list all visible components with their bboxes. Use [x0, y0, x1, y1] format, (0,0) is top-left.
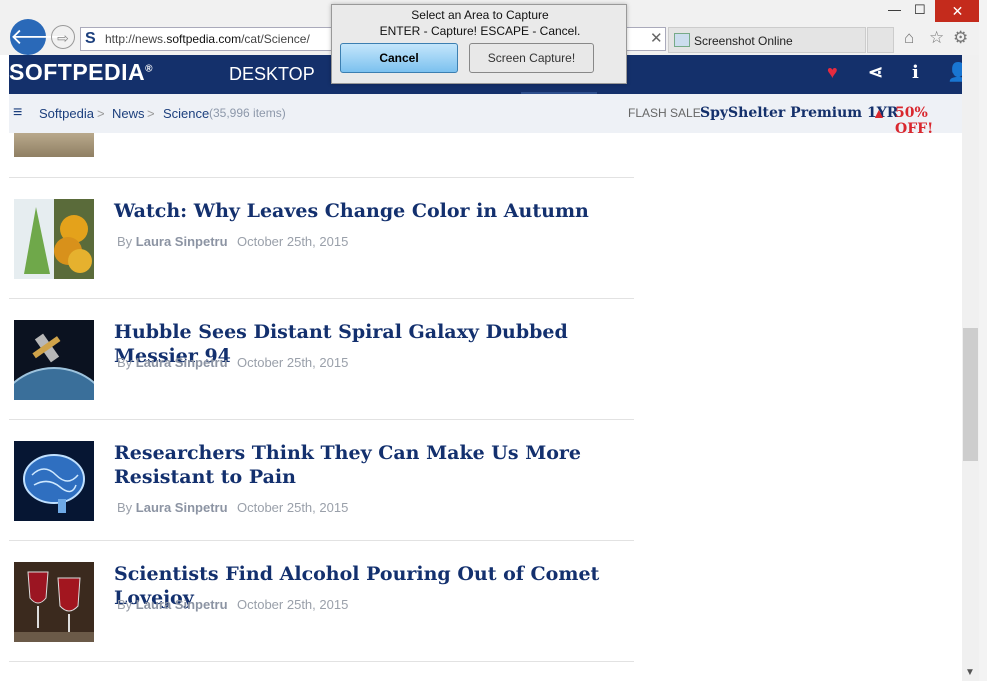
- divider: [9, 419, 634, 420]
- article-date: October 25th, 2015: [237, 500, 349, 515]
- article-meta: By Laura Sinpetru October 25th, 2015: [117, 234, 349, 249]
- author-link[interactable]: Laura Sinpetru: [136, 500, 228, 515]
- back-button[interactable]: 🡐: [10, 19, 69, 55]
- cancel-button[interactable]: Cancel: [340, 43, 458, 73]
- article-thumbnail[interactable]: [14, 199, 94, 279]
- article-thumbnail[interactable]: [14, 562, 94, 642]
- close-window-button[interactable]: ✕: [935, 0, 980, 22]
- breadcrumb-bar: ≡ Softpedia > News > Science (35,996 ite…: [9, 94, 962, 137]
- info-icon[interactable]: i: [912, 62, 919, 83]
- breadcrumb-softpedia[interactable]: Softpedia: [39, 106, 94, 121]
- breadcrumb-science[interactable]: Science: [163, 106, 209, 121]
- flash-sale-label: FLASH SALE:: [628, 106, 705, 120]
- screen-capture-button[interactable]: Screen Capture!: [469, 43, 594, 73]
- article-thumbnail[interactable]: [14, 320, 94, 400]
- favorites-star-icon[interactable]: ☆: [929, 28, 944, 48]
- breadcrumb-separator: >: [97, 106, 105, 121]
- author-link[interactable]: Laura Sinpetru: [136, 355, 228, 370]
- page-favicon-icon: [674, 33, 690, 47]
- article-date: October 25th, 2015: [237, 597, 349, 612]
- author-link[interactable]: Laura Sinpetru: [136, 597, 228, 612]
- divider: [9, 298, 634, 299]
- article-thumbnail[interactable]: [14, 133, 94, 157]
- breadcrumb-separator: >: [147, 106, 155, 121]
- close-icon: ✕: [951, 3, 964, 19]
- article-title-link[interactable]: Researchers Think They Can Make Us More …: [114, 441, 629, 489]
- vertical-scrollbar[interactable]: ▼: [962, 55, 979, 681]
- dialog-instruction: Select an Area to Capture: [411, 8, 549, 22]
- screen-capture-dialog: Select an Area to Capture ENTER - Captur…: [331, 4, 627, 84]
- article-meta: By Laura Sinpetru October 25th, 2015: [117, 500, 349, 515]
- warning-icon: ▲: [872, 105, 886, 121]
- forward-arrow-icon: ⇨: [57, 30, 69, 46]
- article-meta: By Laura Sinpetru October 25th, 2015: [117, 355, 349, 370]
- minimize-button[interactable]: —: [888, 2, 901, 17]
- tab-close-icon[interactable]: ✕: [650, 29, 663, 47]
- maximize-button[interactable]: ☐: [914, 2, 926, 18]
- article-thumbnail[interactable]: [14, 441, 94, 521]
- softpedia-logo[interactable]: SOFTPEDIA®: [9, 59, 153, 86]
- article-list: Watch: Why Leaves Change Color in Autumn…: [0, 133, 962, 681]
- divider: [9, 661, 634, 662]
- settings-gear-icon[interactable]: ⚙: [953, 28, 968, 48]
- article-meta: By Laura Sinpetru October 25th, 2015: [117, 597, 349, 612]
- home-icon[interactable]: ⌂: [904, 28, 914, 48]
- section-desktop-link[interactable]: DESKTOP: [229, 64, 315, 85]
- author-link[interactable]: Laura Sinpetru: [136, 234, 228, 249]
- article-title-link[interactable]: Watch: Why Leaves Change Color in Autumn: [114, 199, 629, 223]
- breadcrumb-news[interactable]: News: [112, 106, 145, 121]
- flash-sale-product-link[interactable]: SpyShelter Premium 1YR: [700, 105, 898, 121]
- tab-screenshot-online[interactable]: Screenshot Online: [668, 27, 866, 53]
- scrollbar-thumb[interactable]: [963, 328, 978, 461]
- window-edge: [979, 0, 987, 681]
- divider: [9, 177, 634, 178]
- dialog-hint: ENTER - Capture! ESCAPE - Cancel.: [379, 24, 581, 38]
- article-date: October 25th, 2015: [237, 234, 349, 249]
- heart-icon[interactable]: ♥: [827, 62, 838, 83]
- divider: [9, 540, 634, 541]
- new-tab-button[interactable]: [867, 27, 894, 53]
- hamburger-menu-icon[interactable]: ≡: [13, 104, 22, 122]
- url-text[interactable]: http://news.softpedia.com/cat/Science/: [105, 32, 310, 46]
- item-count: (35,996 items): [209, 106, 286, 120]
- share-icon[interactable]: ⋖: [868, 62, 883, 83]
- forward-button[interactable]: ⇨: [51, 25, 75, 49]
- scroll-down-arrow-icon[interactable]: ▼: [965, 667, 975, 678]
- softpedia-favicon-icon: S: [85, 30, 96, 47]
- article-date: October 25th, 2015: [237, 355, 349, 370]
- tab-title: Screenshot Online: [694, 34, 793, 48]
